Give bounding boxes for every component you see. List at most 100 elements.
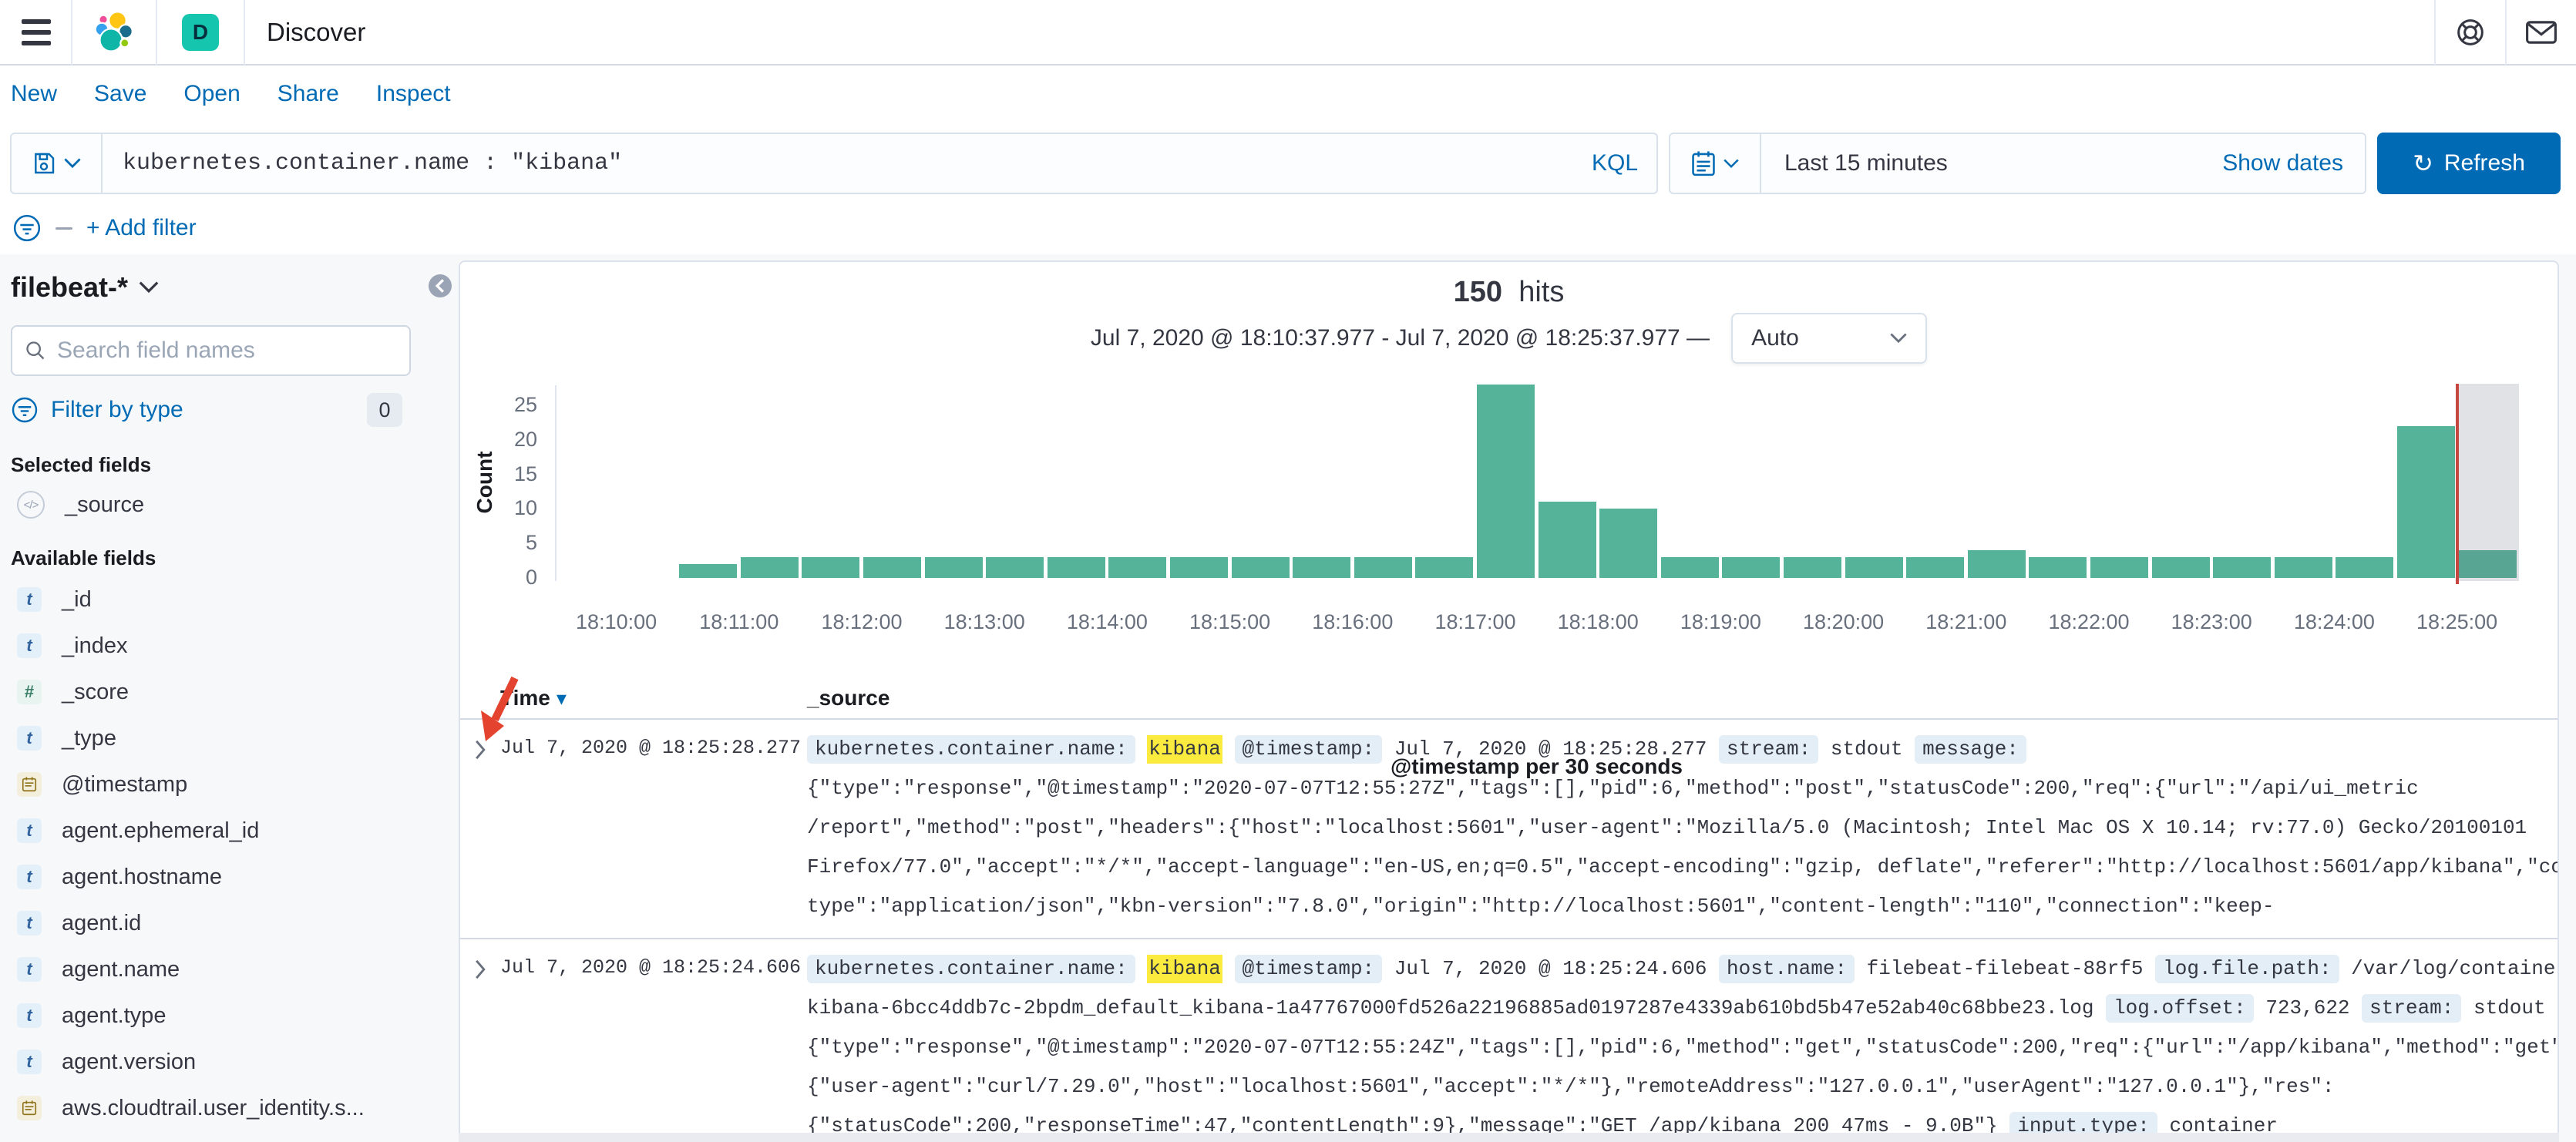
histogram-bar-18:17:00[interactable] [1477, 385, 1535, 578]
field-item-agent.id[interactable]: t agent.id [11, 900, 455, 946]
toolbar-link-open[interactable]: Open [183, 81, 240, 107]
sort-desc-icon[interactable]: ▾ [557, 687, 567, 710]
field-item-_id[interactable]: t _id [11, 576, 455, 623]
histogram-bar-18:24:00[interactable] [2336, 557, 2394, 578]
field-item-aws.cloudtrail.user_identity.s...[interactable]: aws.cloudtrail.user_identity.s... [11, 1085, 455, 1131]
expand-row-button[interactable] [460, 729, 500, 925]
histogram-bar-18:13:30[interactable] [1047, 557, 1105, 578]
field-item-agent.ephemeral_id[interactable]: t agent.ephemeral_id [11, 808, 455, 854]
x-tick-label: 18:13:00 [943, 610, 1025, 633]
space-badge[interactable]: D [182, 13, 219, 51]
histogram-bar-18:21:00[interactable] [1967, 550, 2026, 578]
show-dates-button[interactable]: Show dates [2222, 150, 2365, 176]
histogram-bar-18:19:00[interactable] [1722, 557, 1781, 578]
row-source: kubernetes.container.name: kibana @times… [807, 729, 2558, 925]
refresh-button[interactable]: ↻ Refresh [2377, 133, 2561, 194]
histogram-bar-18:15:00[interactable] [1231, 557, 1290, 578]
toolbar-link-share[interactable]: Share [277, 81, 339, 107]
number-field-icon: # [17, 680, 42, 704]
query-input[interactable]: kubernetes.container.name : "kibana" [103, 150, 1592, 176]
index-pattern-name: filebeat-* [11, 271, 129, 303]
histogram-bar-18:14:00[interactable] [1108, 557, 1167, 578]
histogram-bar-18:15:30[interactable] [1293, 557, 1351, 578]
field-item-source[interactable]: </> _source [11, 482, 455, 528]
y-axis-line [555, 385, 557, 581]
field-key-badge: message: [1915, 735, 2026, 764]
saved-query-menu-button[interactable] [12, 134, 103, 193]
histogram-bar-18:22:30[interactable] [2151, 557, 2210, 578]
elastic-logo[interactable] [72, 10, 156, 55]
field-item-agent.type[interactable]: t agent.type [11, 993, 455, 1039]
date-quick-select-button[interactable] [1670, 134, 1761, 193]
filter-icon [12, 397, 38, 423]
field-search-box[interactable] [11, 325, 411, 376]
histogram-bar-18:20:30[interactable] [1906, 557, 1965, 578]
field-item-_index[interactable]: t _index [11, 623, 455, 669]
string-field-icon: t [17, 1003, 42, 1028]
collapse-sidebar-button[interactable] [429, 274, 452, 297]
field-key-badge: @timestamp: [1234, 955, 1383, 983]
date-field-icon [17, 1096, 42, 1120]
histogram-bar-18:12:00[interactable] [863, 557, 921, 578]
histogram-bar-18:23:30[interactable] [2274, 557, 2332, 578]
menu-icon[interactable] [0, 18, 71, 45]
histogram-bar-18:19:30[interactable] [1784, 557, 1841, 578]
horizontal-scrollbar[interactable] [459, 1133, 2559, 1142]
histogram-bar-18:18:00[interactable] [1599, 509, 1658, 578]
add-filter-button[interactable]: + Add filter [86, 215, 197, 241]
field-search-input[interactable] [57, 338, 397, 364]
field-item-_score[interactable]: # _score [11, 669, 455, 715]
newsfeed-icon[interactable] [2507, 19, 2576, 45]
histogram-bar-18:21:30[interactable] [2029, 557, 2087, 578]
x-tick-label: 18:10:00 [576, 610, 657, 633]
available-fields-list: t _id t _index # _score t _type @timestamp t agent… [11, 576, 455, 1142]
toolbar-link-save[interactable]: Save [94, 81, 146, 107]
string-field-icon: t [17, 633, 42, 658]
histogram-bar-18:23:00[interactable] [2213, 557, 2272, 578]
string-field-icon: t [17, 911, 42, 935]
x-tick-label: 18:23:00 [2171, 610, 2252, 633]
toolbar-link-new[interactable]: New [11, 81, 57, 107]
histogram-bar-18:18:30[interactable] [1660, 557, 1719, 578]
doc-table-header: Time ▾ _source [460, 678, 2558, 720]
query-language-button[interactable]: KQL [1592, 150, 1656, 176]
field-key-badge: host.name: [1719, 955, 1855, 983]
field-item-@timestamp[interactable]: @timestamp [11, 761, 455, 808]
filter-by-type-button[interactable]: Filter by type 0 [11, 393, 402, 427]
histogram-bar-18:22:00[interactable] [2090, 557, 2148, 578]
x-tick-label: 18:12:00 [821, 610, 903, 633]
histogram-bar-18:12:30[interactable] [924, 557, 983, 578]
histogram-bar-18:24:30[interactable] [2397, 425, 2455, 578]
date-field-icon [17, 772, 42, 797]
histogram-bar-18:10:30[interactable] [679, 564, 738, 578]
field-item-_type[interactable]: t _type [11, 715, 455, 761]
histogram-bar-18:13:00[interactable] [986, 557, 1044, 578]
filter-icon[interactable] [12, 213, 42, 243]
histogram-bar-18:11:00[interactable] [740, 557, 799, 578]
histogram-bar-18:16:00[interactable] [1354, 557, 1412, 578]
hits-count: 150 hits [1453, 276, 1565, 308]
field-item-agent.version[interactable]: t agent.version [11, 1039, 455, 1085]
source-column-header: _source [807, 686, 890, 710]
histogram-bar-18:11:30[interactable] [802, 557, 860, 578]
search-highlight: kibana [1147, 735, 1222, 764]
field-item-azure.auditlogs.properties.ac...[interactable]: azure.auditlogs.properties.ac... [11, 1131, 455, 1142]
index-pattern-switcher[interactable]: filebeat-* [11, 271, 455, 304]
interval-select[interactable]: Auto [1731, 313, 1928, 364]
x-tick-label: 18:15:00 [1189, 610, 1271, 633]
string-field-icon: t [17, 818, 42, 843]
time-range-value[interactable]: Last 15 minutes [1761, 150, 1948, 176]
histogram-chart[interactable]: Count @timestamp per 30 seconds 0 5 10 15 20… [460, 379, 2561, 778]
help-icon[interactable] [2436, 17, 2505, 48]
time-column-header[interactable]: Time ▾ [500, 686, 807, 710]
histogram-bar-18:14:30[interactable] [1170, 557, 1228, 578]
histogram-bar-18:20:00[interactable] [1845, 557, 1903, 578]
field-item-agent.name[interactable]: t agent.name [11, 946, 455, 993]
discover-toolbar: New Save Open Share Inspect [0, 67, 2576, 121]
expand-row-button[interactable] [460, 949, 500, 1142]
toolbar-link-inspect[interactable]: Inspect [376, 81, 451, 107]
field-item-agent.hostname[interactable]: t agent.hostname [11, 854, 455, 900]
histogram-bar-18:17:30[interactable] [1538, 502, 1596, 578]
histogram-bar-18:16:30[interactable] [1415, 557, 1474, 578]
field-name: agent.id [62, 910, 142, 935]
